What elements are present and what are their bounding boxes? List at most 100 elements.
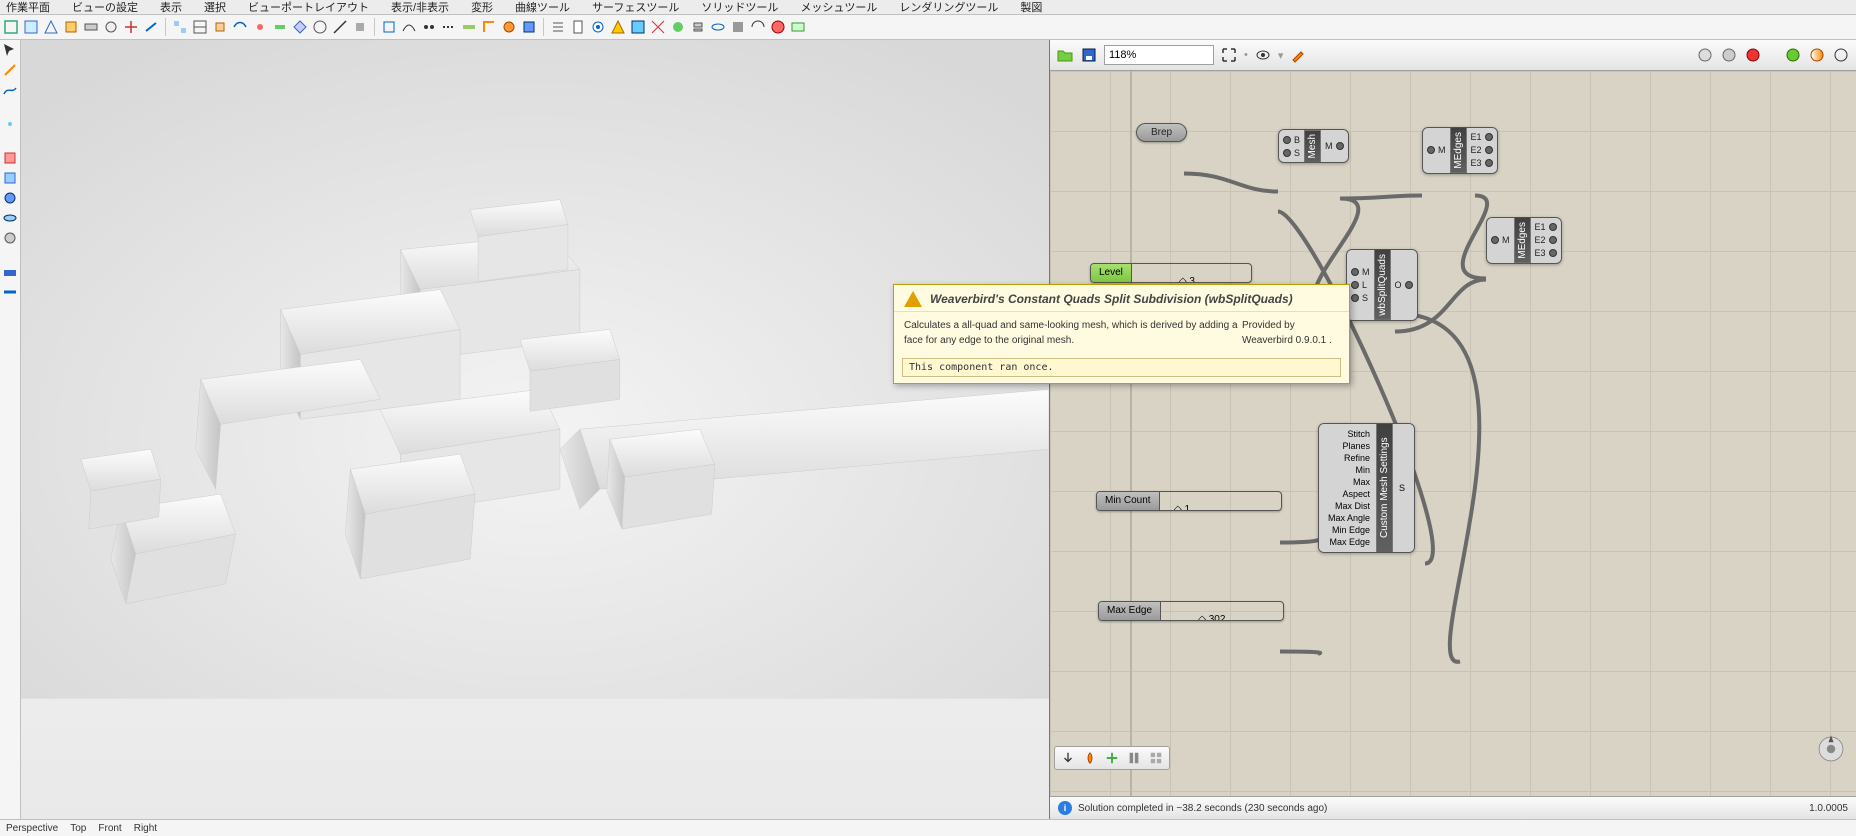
- param-brep[interactable]: Brep: [1136, 123, 1187, 142]
- component-custom-mesh-settings[interactable]: Stitch Planes Refine Min Max Aspect Max …: [1318, 423, 1415, 553]
- tool-icon[interactable]: [2, 210, 18, 226]
- tab-perspective[interactable]: Perspective: [6, 823, 58, 834]
- tool-icon[interactable]: [649, 18, 667, 36]
- menu-item[interactable]: 作業平面: [6, 0, 50, 15]
- tool-icon[interactable]: [351, 18, 369, 36]
- menu-item[interactable]: メッシュツール: [800, 0, 877, 15]
- menu-item[interactable]: 変形: [471, 0, 493, 15]
- zoom-input[interactable]: [1104, 45, 1214, 65]
- slider-min-count[interactable]: Min Count ◇ 1: [1096, 491, 1282, 511]
- tab-top[interactable]: Top: [70, 823, 86, 834]
- menu-item[interactable]: サーフェスツール: [592, 0, 679, 15]
- gh-btm-icon[interactable]: [1125, 749, 1143, 767]
- tool-icon[interactable]: [311, 18, 329, 36]
- gh-btm-icon[interactable]: [1059, 749, 1077, 767]
- tab-front[interactable]: Front: [98, 823, 121, 834]
- preview-icon[interactable]: [1254, 46, 1272, 64]
- tool-icon[interactable]: [769, 18, 787, 36]
- tool-icon[interactable]: [191, 18, 209, 36]
- gh-tool-icon[interactable]: [1832, 46, 1850, 64]
- component-medges[interactable]: M MEdges E1 E2 E3: [1486, 217, 1562, 264]
- tool-icon[interactable]: [291, 18, 309, 36]
- gh-tool-icon[interactable]: [1696, 46, 1714, 64]
- tool-icon[interactable]: [122, 18, 140, 36]
- tool-icon[interactable]: [2, 190, 18, 206]
- component-wbsplitquads[interactable]: M L S wbSplitQuads O: [1346, 249, 1418, 321]
- tool-icon[interactable]: [440, 18, 458, 36]
- gh-canvas[interactable]: Brep B S Mesh M M MEdges: [1050, 71, 1856, 796]
- menu-item[interactable]: ビューの設定: [72, 0, 138, 15]
- gh-tool-icon[interactable]: [1720, 46, 1738, 64]
- tool-icon[interactable]: [82, 18, 100, 36]
- component-medges[interactable]: M MEdges E1 E2 E3: [1422, 127, 1498, 174]
- tool-icon[interactable]: [589, 18, 607, 36]
- menu-item[interactable]: レンダリングツール: [899, 0, 998, 15]
- component-mesh[interactable]: B S Mesh M: [1278, 129, 1349, 163]
- tool-icon[interactable]: [2, 18, 20, 36]
- tool-icon[interactable]: [171, 18, 189, 36]
- slider-level[interactable]: Level ◇ 3: [1090, 263, 1252, 283]
- compass-icon[interactable]: [1814, 732, 1848, 766]
- gh-toolbar: • ▾: [1050, 40, 1856, 71]
- rhino-menubar[interactable]: 作業平面 ビューの設定 表示 選択 ビューポートレイアウト 表示/非表示 変形 …: [0, 0, 1856, 15]
- tool-icon[interactable]: [2, 116, 18, 132]
- open-file-icon[interactable]: [1056, 46, 1074, 64]
- tool-icon[interactable]: [520, 18, 538, 36]
- tool-icon[interactable]: [480, 18, 498, 36]
- zoom-extents-icon[interactable]: [1220, 46, 1238, 64]
- tool-icon[interactable]: [42, 18, 60, 36]
- tool-icon[interactable]: [460, 18, 478, 36]
- sketch-icon[interactable]: [1289, 46, 1307, 64]
- tool-icon[interactable]: [102, 18, 120, 36]
- rhino-viewport[interactable]: Perspective: [21, 40, 1050, 819]
- gh-btm-icon[interactable]: [1081, 749, 1099, 767]
- menu-item[interactable]: ソリッドツール: [701, 0, 778, 15]
- tool-icon[interactable]: [609, 18, 627, 36]
- tool-icon[interactable]: [2, 284, 18, 300]
- tool-icon[interactable]: [749, 18, 767, 36]
- tool-icon[interactable]: [22, 18, 40, 36]
- menu-item[interactable]: 表示/非表示: [391, 0, 449, 15]
- menu-item[interactable]: ビューポートレイアウト: [248, 0, 369, 15]
- tool-icon[interactable]: [331, 18, 349, 36]
- menu-item[interactable]: 曲線ツール: [515, 0, 570, 15]
- menu-item[interactable]: 選択: [204, 0, 226, 15]
- gh-tool-icon[interactable]: [1808, 46, 1826, 64]
- tab-right[interactable]: Right: [134, 823, 157, 834]
- tool-icon[interactable]: [251, 18, 269, 36]
- slider-max-edge[interactable]: Max Edge ◇ 302: [1098, 601, 1284, 621]
- tool-icon[interactable]: [689, 18, 707, 36]
- tool-icon[interactable]: [549, 18, 567, 36]
- tool-icon[interactable]: [2, 82, 18, 98]
- rhino-bottom-tabs[interactable]: Perspective Top Front Right: [0, 819, 1856, 836]
- status-text: Solution completed in ~38.2 seconds (230…: [1078, 803, 1327, 814]
- gh-tool-icon[interactable]: [1744, 46, 1762, 64]
- tool-icon[interactable]: [729, 18, 747, 36]
- tool-icon[interactable]: [2, 150, 18, 166]
- gh-btm-icon[interactable]: [1103, 749, 1121, 767]
- tool-icon[interactable]: [400, 18, 418, 36]
- menu-item[interactable]: 製図: [1020, 0, 1042, 15]
- tool-icon[interactable]: [62, 18, 80, 36]
- tool-icon[interactable]: [2, 264, 18, 280]
- gh-btm-icon[interactable]: [1147, 749, 1165, 767]
- tool-icon[interactable]: [211, 18, 229, 36]
- tool-icon[interactable]: [2, 230, 18, 246]
- tool-icon[interactable]: [709, 18, 727, 36]
- save-icon[interactable]: [1080, 46, 1098, 64]
- tool-icon[interactable]: [2, 170, 18, 186]
- tool-icon[interactable]: [231, 18, 249, 36]
- tool-icon[interactable]: [629, 18, 647, 36]
- tool-icon[interactable]: [500, 18, 518, 36]
- tool-icon[interactable]: [142, 18, 160, 36]
- menu-item[interactable]: 表示: [160, 0, 182, 15]
- tool-icon[interactable]: [380, 18, 398, 36]
- tool-icon[interactable]: [789, 18, 807, 36]
- tool-icon[interactable]: [2, 42, 18, 58]
- tool-icon[interactable]: [2, 62, 18, 78]
- tool-icon[interactable]: [271, 18, 289, 36]
- tool-icon[interactable]: [569, 18, 587, 36]
- tool-icon[interactable]: [669, 18, 687, 36]
- tool-icon[interactable]: [420, 18, 438, 36]
- gh-tool-icon[interactable]: [1784, 46, 1802, 64]
